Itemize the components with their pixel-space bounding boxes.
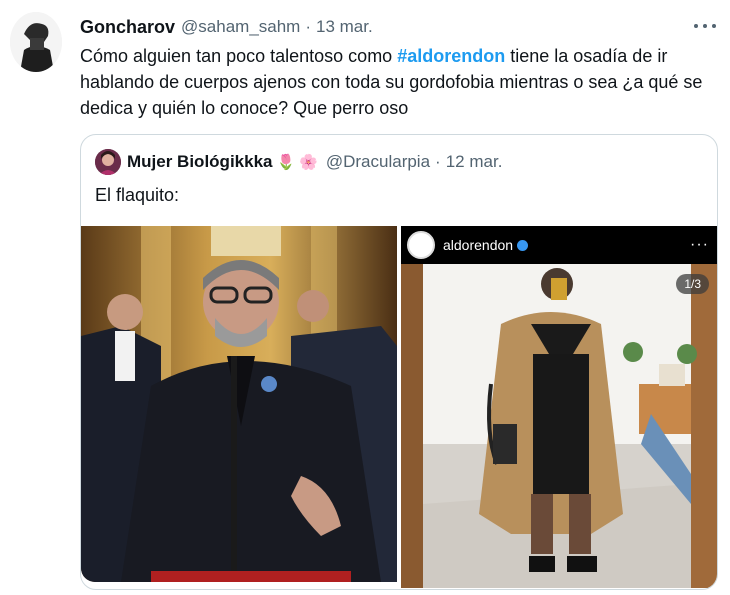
tweet-text-before: Cómo alguien tan poco talentoso como: [80, 46, 398, 66]
author-name[interactable]: Goncharov: [80, 17, 175, 38]
quoted-tweet-header: Mujer Biológikkka 🌷 🌸 @Dracularpia · 12 …: [95, 149, 502, 175]
quoted-tweet[interactable]: Mujer Biológikkka 🌷 🌸 @Dracularpia · 12 …: [80, 134, 718, 590]
instagram-username[interactable]: aldorendon: [443, 237, 513, 253]
tweet-text: Cómo alguien tan poco talentoso como #al…: [80, 43, 710, 121]
instagram-more-icon[interactable]: ···: [690, 236, 709, 254]
instagram-photo: [401, 264, 717, 588]
quoted-user-avatar[interactable]: [95, 149, 121, 175]
separator-dot: ·: [305, 17, 312, 36]
verified-badge-icon: [517, 239, 529, 251]
hashtag-link[interactable]: #aldorendon: [397, 46, 505, 66]
image-counter: 1/3: [676, 274, 709, 294]
tulip-emoji: 🌷: [276, 154, 296, 171]
tweet-date[interactable]: 13 mar.: [316, 17, 373, 37]
quoted-media: aldorendon ··· 1/3: [81, 226, 717, 588]
quoted-tweet-date[interactable]: 12 mar.: [446, 152, 503, 172]
more-horizontal-icon[interactable]: [694, 16, 716, 36]
separator-dot: ·: [435, 152, 441, 171]
instagram-header: aldorendon ···: [401, 226, 717, 264]
quoted-author-handle[interactable]: @Dracularpia: [326, 152, 430, 172]
instagram-avatar[interactable]: [407, 231, 435, 259]
cherry-blossom-emoji: 🌸: [299, 154, 318, 171]
instagram-post[interactable]: aldorendon ··· 1/3: [401, 226, 717, 588]
quoted-tweet-text: El flaquito:: [95, 185, 180, 205]
photo-speaker[interactable]: [81, 226, 397, 582]
user-avatar[interactable]: [10, 12, 62, 72]
author-handle[interactable]: @saham_sahm: [181, 17, 300, 37]
tweet-header: Goncharov @saham_sahm · 13 mar.: [80, 14, 373, 40]
quoted-author-name[interactable]: Mujer Biológikkka: [127, 152, 272, 172]
tweet-card[interactable]: Goncharov @saham_sahm · 13 mar. Cómo alg…: [0, 0, 730, 595]
